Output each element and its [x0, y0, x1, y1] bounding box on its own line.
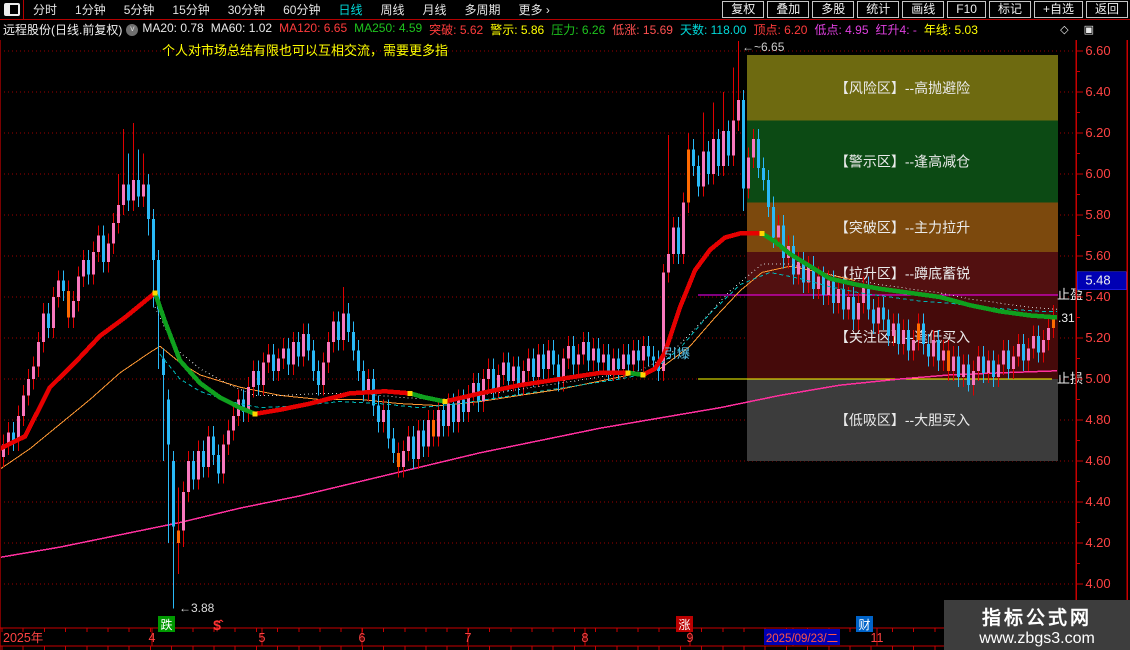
svg-text:5: 5 — [259, 631, 266, 645]
svg-text:引爆: 引爆 — [664, 346, 690, 361]
svg-text:6.20: 6.20 — [1085, 125, 1110, 140]
toolbar-button-1[interactable]: 叠加 — [767, 1, 810, 18]
svg-text:←3.88: ←3.88 — [179, 601, 215, 615]
svg-text:8: 8 — [582, 631, 589, 645]
svg-text:7: 7 — [465, 631, 472, 645]
svg-text:跌: 跌 — [160, 617, 172, 632]
indicator-field-3: MA250: 4.59 — [354, 21, 423, 35]
period-nav: 分时 1分钟 5分钟 15分钟 30分钟 60分钟 日线 周线 月线 多周期 更多 › — [24, 1, 559, 18]
tab-period-7[interactable]: 周线 — [371, 1, 413, 18]
svg-text:4.60: 4.60 — [1085, 453, 1110, 468]
svg-text:5.40: 5.40 — [1085, 289, 1110, 304]
svg-text:6.00: 6.00 — [1085, 166, 1110, 181]
tab-period-4[interactable]: 30分钟 — [219, 1, 274, 18]
svg-text:涨: 涨 — [678, 617, 690, 632]
watermark: 指标公式网 www.zbgs3.com — [944, 600, 1130, 650]
toolbar-button-2[interactable]: 多股 — [812, 1, 855, 18]
tab-period-8[interactable]: 月线 — [414, 1, 456, 18]
candlestick-chart-canvas[interactable]: 【风险区】--高抛避险 【警示区】--逢高减仓 【突破区】--主力拉升 【拉升区】--… — [0, 40, 1130, 650]
svg-text:财: 财 — [858, 618, 870, 632]
svg-text:4.20: 4.20 — [1085, 535, 1110, 550]
top-menu-bar: 分时 1分钟 5分钟 15分钟 30分钟 60分钟 日线 周线 月线 多周期 更多 › 复权 叠加 多股… — [0, 0, 1130, 20]
svg-text:.31: .31 — [1058, 311, 1075, 325]
indicator-field-0: MA20: 0.78 — [142, 21, 204, 35]
svg-text:【低吸区】--大胆买入: 【低吸区】--大胆买入 — [835, 412, 970, 428]
tab-period-9[interactable]: 多周期 — [456, 1, 510, 18]
svg-text:6.60: 6.60 — [1085, 43, 1110, 58]
watermark-site-name: 指标公式网 — [981, 608, 1092, 629]
svg-text:4: 4 — [149, 631, 156, 645]
svg-text:5.00: 5.00 — [1085, 371, 1110, 386]
svg-text:6: 6 — [359, 631, 366, 645]
indicator-info-bar: 远程股份(日线.前复权) ˅ MA20: 0.78 MA60: 1.02 MA120… — [0, 20, 1130, 39]
window-button[interactable] — [0, 0, 24, 19]
indicator-field-4: 突破: 5.62 — [429, 23, 484, 37]
chart-svg: 【风险区】--高抛避险【警示区】--逢高减仓【突破区】--主力拉升【拉升区】--… — [0, 40, 1128, 650]
svg-text:$̂: $̂ — [213, 617, 224, 633]
indicator-field-10: 低点: 4.95 — [814, 23, 869, 37]
svg-text:5.60: 5.60 — [1085, 248, 1110, 263]
svg-text:【警示区】--逢高减仓: 【警示区】--逢高减仓 — [835, 154, 970, 170]
svg-text:11: 11 — [871, 631, 884, 645]
tab-period-5[interactable]: 60分钟 — [274, 1, 329, 18]
indicator-values: MA20: 0.78 MA60: 1.02 MA120: 6.65 MA250: 4.… — [142, 21, 985, 38]
indicator-field-6: 压力: 6.26 — [551, 23, 606, 37]
tab-period-0[interactable]: 分时 — [24, 1, 66, 18]
toolbar-button-3[interactable]: 统计 — [857, 1, 900, 18]
indicator-field-7: 低涨: 15.69 — [612, 23, 673, 37]
svg-text:2025/09/23/二: 2025/09/23/二 — [766, 633, 838, 645]
svg-text:个人对市场总结有限也可以互相交流，需要更多指: 个人对市场总结有限也可以互相交流，需要更多指 — [162, 43, 448, 58]
svg-text:←~6.65: ←~6.65 — [742, 40, 785, 54]
svg-text:2025年: 2025年 — [3, 631, 43, 645]
chevron-down-icon[interactable]: ˅ — [126, 23, 139, 36]
stock-title[interactable]: 远程股份(日线.前复权) — [3, 21, 122, 38]
indicator-field-1: MA60: 1.02 — [210, 21, 273, 35]
svg-text:4.00: 4.00 — [1085, 576, 1110, 591]
tab-period-2[interactable]: 5分钟 — [115, 1, 164, 18]
svg-text:5.48: 5.48 — [1085, 273, 1110, 288]
svg-text:4.80: 4.80 — [1085, 412, 1110, 427]
tab-period-1[interactable]: 1分钟 — [66, 1, 115, 18]
indicator-field-2: MA120: 6.65 — [279, 21, 348, 35]
svg-text:【突破区】--主力拉升: 【突破区】--主力拉升 — [835, 219, 970, 235]
toolbar-button-6[interactable]: 标记 — [988, 1, 1031, 18]
indicator-field-11: 红升4: - — [875, 23, 917, 37]
svg-text:6.40: 6.40 — [1085, 84, 1110, 99]
svg-text:【风险区】--高抛避险: 【风险区】--高抛避险 — [835, 80, 970, 96]
tab-period-3[interactable]: 15分钟 — [163, 1, 218, 18]
svg-text:9: 9 — [687, 631, 694, 645]
tab-period-6[interactable]: 日线 — [329, 1, 371, 18]
svg-text:5.20: 5.20 — [1085, 330, 1110, 345]
tab-period-10[interactable]: 更多 › — [510, 1, 559, 18]
toolbar-button-8[interactable]: 返回 — [1085, 1, 1128, 18]
toolbar-button-5[interactable]: F10 — [947, 1, 986, 18]
svg-text:【拉升区】--蹲底蓄锐: 【拉升区】--蹲底蓄锐 — [835, 265, 970, 281]
indicator-field-5: 警示: 5.86 — [490, 23, 545, 37]
toolbar-button-4[interactable]: 画线 — [902, 1, 945, 18]
svg-text:4.40: 4.40 — [1085, 494, 1110, 509]
toolbar-button-7[interactable]: +自选 — [1033, 1, 1083, 18]
toolbar-buttons: 复权 叠加 多股 统计 画线 F10 标记 +自选 返回 — [719, 1, 1130, 18]
window-icon — [3, 3, 20, 16]
indicator-field-12: 年线: 5.03 — [923, 23, 978, 37]
trading-app-window: 分时 1分钟 5分钟 15分钟 30分钟 60分钟 日线 周线 月线 多周期 更多 › 复权 叠加 多股… — [0, 0, 1130, 650]
toolbar-button-0[interactable]: 复权 — [722, 1, 765, 18]
corner-icons[interactable]: ◇ ▣ — [1060, 23, 1100, 36]
svg-text:5.80: 5.80 — [1085, 207, 1110, 222]
watermark-url: www.zbgs3.com — [979, 630, 1095, 647]
indicator-field-8: 天数: 118.00 — [679, 23, 747, 37]
indicator-field-9: 顶点: 6.20 — [753, 23, 808, 37]
